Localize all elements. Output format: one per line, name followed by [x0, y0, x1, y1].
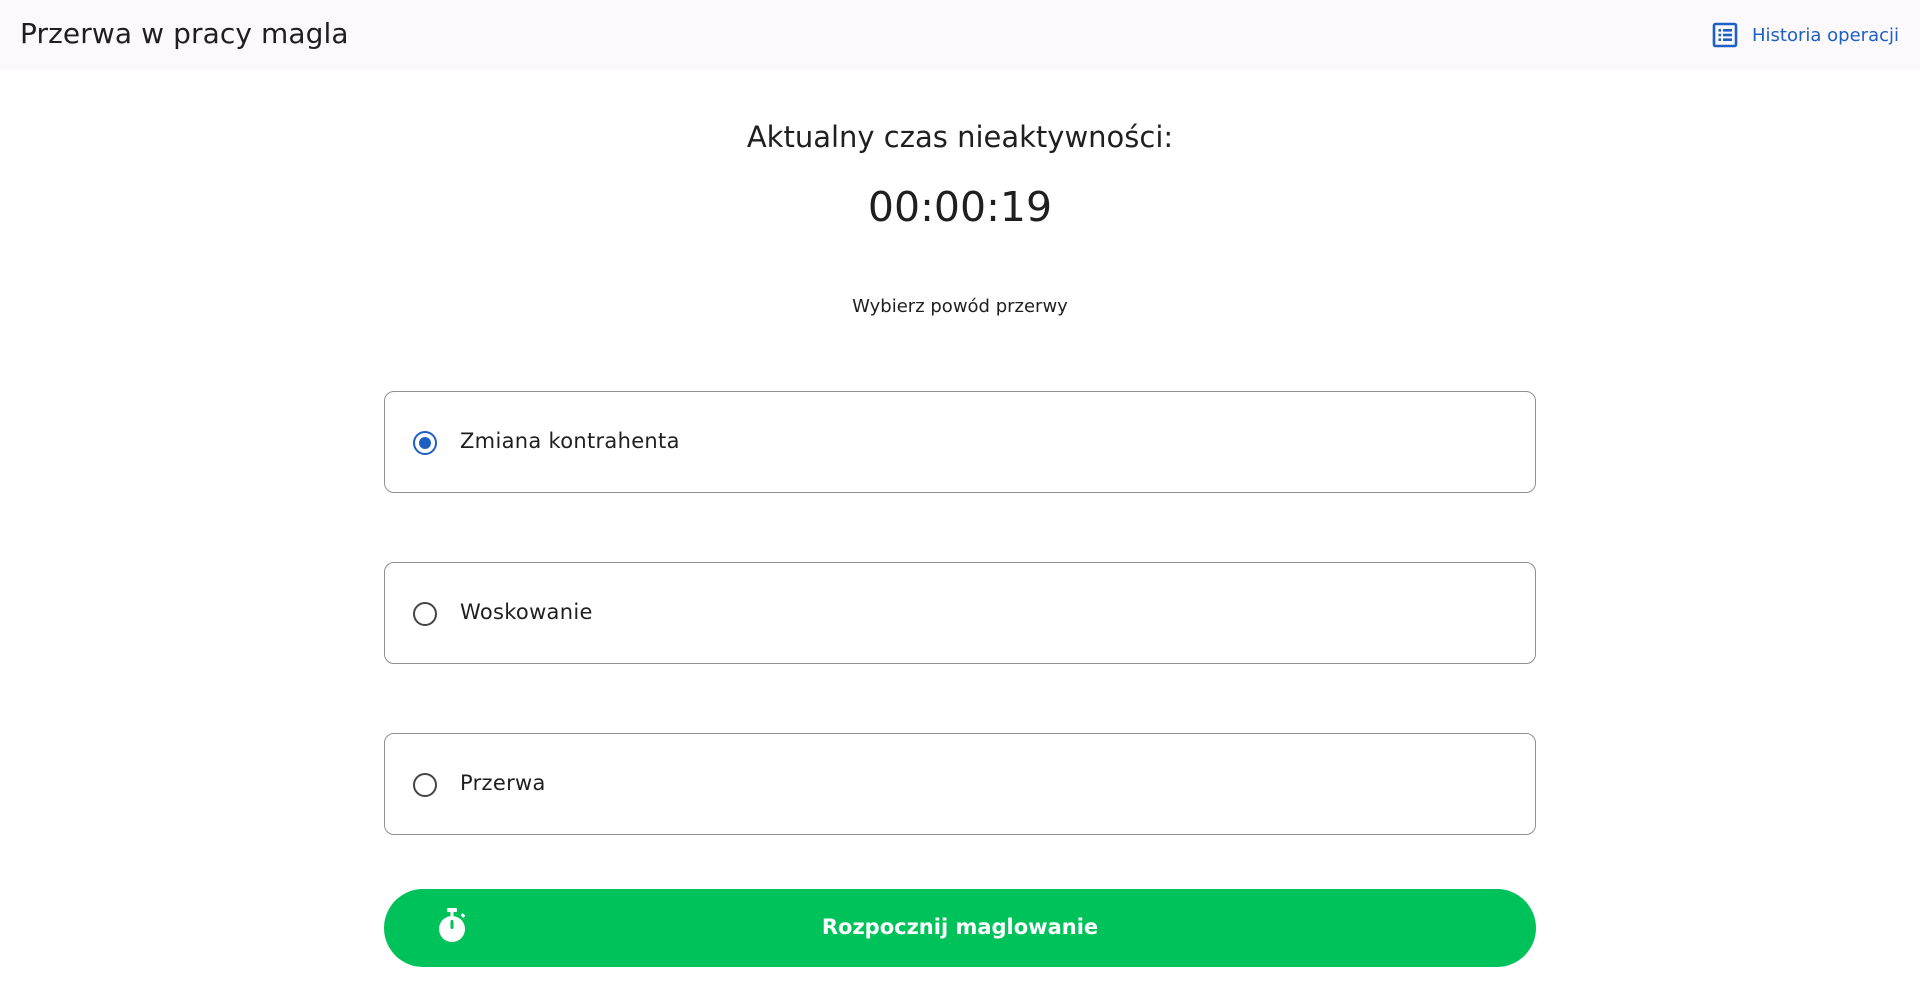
inactivity-timer: 00:00:19: [867, 183, 1053, 231]
start-mangling-button[interactable]: Rozpocznij maglowanie: [384, 889, 1536, 967]
reason-option-label: Zmiana kontrahenta: [460, 429, 680, 453]
history-link-label: Historia operacji: [1752, 24, 1899, 46]
reason-option-przerwa[interactable]: Przerwa: [384, 733, 1536, 835]
list-icon: [1712, 22, 1738, 48]
radio-button[interactable]: [413, 773, 437, 797]
reason-prompt: Wybierz powód przerwy: [852, 296, 1068, 317]
reason-option-label: Woskowanie: [460, 600, 593, 624]
history-link[interactable]: Historia operacji: [1712, 22, 1899, 48]
page-title: Przerwa w pracy magla: [20, 17, 349, 50]
app-header: Przerwa w pracy magla Historia operacji: [0, 0, 1920, 70]
inactivity-title: Aktualny czas nieaktywności:: [746, 120, 1174, 154]
start-mangling-label: Rozpocznij maglowanie: [821, 915, 1099, 939]
radio-button-selected[interactable]: [413, 431, 437, 455]
radio-button[interactable]: [413, 602, 437, 626]
reason-option-label: Przerwa: [460, 771, 546, 795]
reason-option-zmiana-kontrahenta[interactable]: Zmiana kontrahenta: [384, 391, 1536, 493]
reason-option-woskowanie[interactable]: Woskowanie: [384, 562, 1536, 664]
